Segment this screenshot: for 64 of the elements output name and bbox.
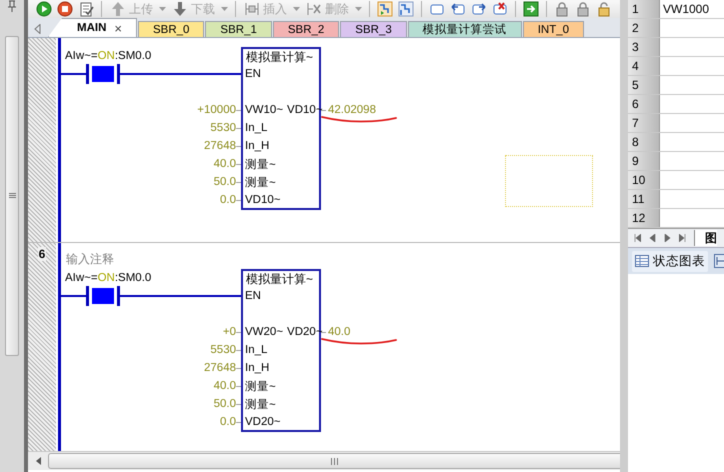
pin-label: 测量~	[245, 158, 276, 172]
status-chart-button[interactable]: 状态图表	[632, 250, 708, 272]
pin-label: VW20~	[245, 326, 284, 338]
editor-tab[interactable]: INT_0	[522, 21, 584, 37]
input-value: +10000	[197, 104, 236, 116]
row-number[interactable]: 2	[628, 19, 660, 37]
input-value: 40.0	[214, 380, 236, 392]
pin-label: In_H	[245, 140, 270, 152]
pin-label: EN	[244, 68, 262, 80]
tab-label: SBR_1	[220, 24, 257, 36]
row-number[interactable]: 12	[628, 209, 660, 227]
output-value: 42.02098	[328, 104, 376, 116]
sheet-tab[interactable]: 图	[694, 230, 717, 246]
pin-label: VD20~	[245, 416, 280, 428]
tab-label: SBR_0	[152, 24, 190, 36]
input-value: 0.0	[220, 416, 236, 428]
pin-label: In_L	[245, 344, 268, 356]
pin-label: In_L	[245, 122, 268, 134]
contact-label: AIw~=ON:SM0.0	[64, 50, 152, 62]
editor-tab[interactable]: SBR_1	[205, 21, 272, 37]
row-number[interactable]: 4	[628, 57, 660, 75]
pin-label: 测量~	[245, 176, 276, 190]
network-number: 6	[38, 247, 46, 261]
input-value: 0.0	[220, 194, 236, 206]
pin-label: VD10~	[245, 194, 280, 206]
editor-tab[interactable]: 模拟量计算尝试	[408, 21, 522, 37]
tab-label: MAIN	[77, 22, 106, 34]
pin-label: VW10~	[245, 104, 284, 116]
editor-tab[interactable]: MAIN ×	[48, 18, 137, 37]
contact-label: AIw~=ON:SM0.0	[64, 272, 152, 284]
pin-label: 测量~	[245, 398, 276, 412]
close-icon[interactable]: ×	[114, 20, 122, 36]
pin-label: EN	[244, 290, 262, 302]
row-number[interactable]: 6	[628, 95, 660, 113]
input-value: 50.0	[214, 176, 236, 188]
row-number[interactable]: 9	[628, 152, 660, 170]
output-value: 40.0	[328, 326, 350, 338]
tab-label: SBR_2	[288, 24, 324, 36]
input-value: 5530	[210, 122, 236, 134]
input-value: 27648	[204, 140, 236, 152]
input-value: +0	[222, 326, 236, 338]
network-comment[interactable]: 输入注释	[66, 250, 114, 268]
row-number[interactable]: 8	[628, 133, 660, 151]
row-number[interactable]: 3	[628, 38, 660, 56]
row-number[interactable]: 5	[628, 76, 660, 94]
row-number[interactable]: 10	[628, 171, 660, 189]
row-number[interactable]: 7	[628, 114, 660, 132]
tab-label: 模拟量计算尝试	[422, 22, 507, 37]
input-value: 27648	[204, 362, 236, 374]
input-value: 5530	[210, 344, 236, 356]
row-number[interactable]: 11	[628, 190, 660, 208]
tab-label: INT_0	[538, 24, 570, 36]
input-value: 50.0	[214, 398, 236, 410]
pin-label: In_H	[245, 362, 270, 374]
address-cell: VW1000	[663, 2, 710, 16]
pin-label: 测量~	[245, 380, 276, 394]
row-number[interactable]: 1	[628, 0, 660, 18]
editor-tab[interactable]: SBR_3	[340, 21, 407, 37]
editor-tab[interactable]: SBR_2	[272, 21, 340, 37]
block-title: 模拟量计算~	[245, 271, 314, 288]
block-title: 模拟量计算~	[245, 49, 314, 66]
tab-label: SBR_3	[355, 24, 392, 36]
editor-tab[interactable]: SBR_0	[138, 21, 204, 37]
input-value: 40.0	[214, 158, 236, 170]
